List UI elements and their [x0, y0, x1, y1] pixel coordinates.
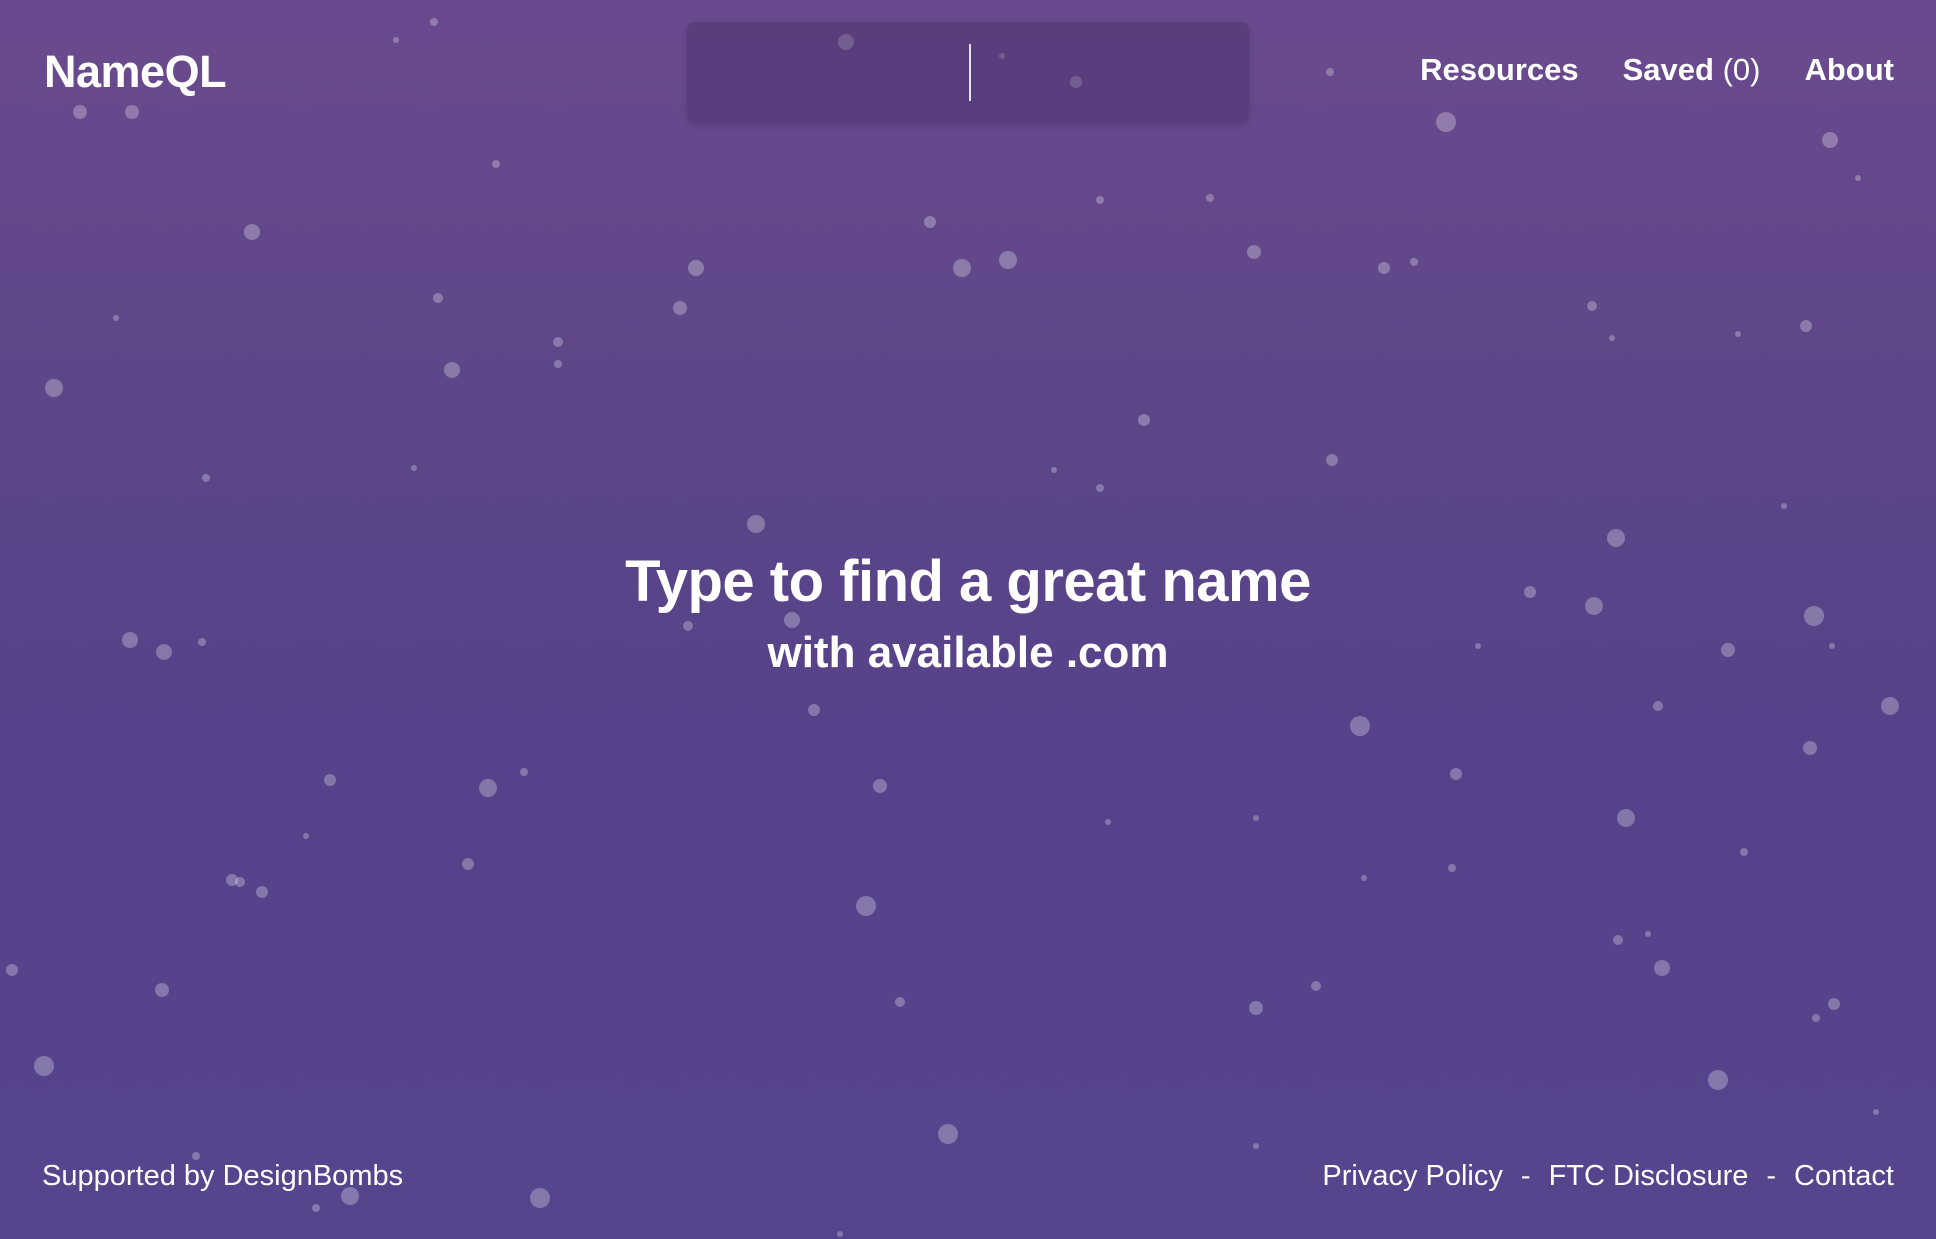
particle-dot: [411, 465, 417, 471]
particle-dot: [1855, 175, 1861, 181]
particle-dot: [1609, 335, 1615, 341]
footer-separator: -: [1520, 1160, 1531, 1192]
particle-dot: [808, 704, 820, 716]
particle-dot: [873, 779, 887, 793]
particle-dot: [1051, 467, 1057, 473]
particle-dot: [1781, 503, 1787, 509]
particle-dot: [1654, 960, 1670, 976]
nav-resources[interactable]: Resources: [1420, 52, 1579, 88]
particle-dot: [530, 1188, 550, 1208]
particle-dot: [1253, 1143, 1259, 1149]
particle-dot: [1873, 1109, 1879, 1115]
particle-dot: [520, 768, 528, 776]
particle-dot: [1350, 716, 1370, 736]
particle-dot: [303, 833, 309, 839]
particle-dot: [1105, 819, 1111, 825]
particle-dot: [1138, 414, 1150, 426]
particle-dot: [1708, 1070, 1728, 1090]
particle-dot: [1653, 701, 1663, 711]
supported-by-link[interactable]: Supported by DesignBombs: [42, 1160, 403, 1193]
particle-dot: [1881, 697, 1899, 715]
particle-dot: [1613, 935, 1623, 945]
text-cursor: [969, 44, 971, 101]
particle-dot: [1096, 196, 1104, 204]
particle-dot: [202, 474, 210, 482]
particle-dot: [1740, 848, 1748, 856]
particle-dot: [34, 1056, 54, 1076]
ftc-disclosure-link[interactable]: FTC Disclosure: [1549, 1160, 1749, 1193]
search-input[interactable]: [687, 22, 1249, 123]
particle-dot: [856, 896, 876, 916]
particle-dot: [1249, 1001, 1263, 1015]
particle-dot: [688, 260, 704, 276]
header: NameQL Resources Saved (0) About: [0, 0, 1936, 140]
particle-dot: [462, 858, 474, 870]
particle-dot: [433, 293, 443, 303]
particle-dot: [1812, 1014, 1820, 1022]
particle-dot: [1326, 454, 1338, 466]
particle-dot: [1378, 262, 1390, 274]
particle-dot: [324, 774, 336, 786]
particle-dot: [1587, 301, 1597, 311]
particle-dot: [192, 1152, 200, 1160]
particle-dot: [1803, 741, 1817, 755]
particle-dot: [1735, 331, 1741, 337]
particle-dot: [1450, 768, 1462, 780]
nav-about[interactable]: About: [1804, 52, 1894, 88]
particle-dot: [1361, 875, 1367, 881]
nav-saved-label: Saved: [1622, 52, 1714, 87]
particle-dot: [1800, 320, 1812, 332]
particle-dot: [837, 1231, 843, 1237]
contact-link[interactable]: Contact: [1794, 1160, 1894, 1193]
particle-dot: [1645, 931, 1651, 937]
footer-links: Privacy Policy - FTC Disclosure - Contac…: [1322, 1160, 1894, 1193]
particle-dot: [444, 362, 460, 378]
particle-dot: [924, 216, 936, 228]
particle-dot: [673, 301, 687, 315]
particle-dot: [554, 360, 562, 368]
particle-dot: [953, 259, 971, 277]
hero-title: Type to find a great name: [625, 549, 1311, 614]
particle-dot: [1607, 529, 1625, 547]
saved-count: (0): [1722, 52, 1761, 87]
particle-dot: [999, 251, 1017, 269]
particle-dot: [244, 224, 260, 240]
particle-dot: [256, 886, 268, 898]
top-nav: Resources Saved (0) About: [1420, 52, 1894, 88]
particle-dot: [553, 337, 563, 347]
background-particles: [0, 0, 1936, 1239]
particle-dot: [1311, 981, 1321, 991]
particle-dot: [226, 874, 238, 886]
particle-dot: [1096, 484, 1104, 492]
particle-dot: [1828, 998, 1840, 1010]
footer-separator: -: [1766, 1160, 1777, 1192]
particle-dot: [155, 983, 169, 997]
search-box[interactable]: [687, 22, 1249, 123]
particle-dot: [6, 964, 18, 976]
particle-dot: [45, 379, 63, 397]
nav-saved[interactable]: Saved (0): [1623, 52, 1761, 88]
logo[interactable]: NameQL: [44, 46, 227, 98]
particle-dot: [747, 515, 765, 533]
particle-dot: [938, 1124, 958, 1144]
particle-dot: [1253, 815, 1259, 821]
particle-dot: [1206, 194, 1214, 202]
particle-dot: [479, 779, 497, 797]
particle-dot: [113, 315, 119, 321]
particle-dot: [312, 1204, 320, 1212]
particle-dot: [1410, 258, 1418, 266]
particle-dot: [1617, 809, 1635, 827]
particle-dot: [235, 877, 245, 887]
particle-dot: [1247, 245, 1261, 259]
hero-subtitle: with available .com: [767, 628, 1169, 677]
privacy-policy-link[interactable]: Privacy Policy: [1322, 1160, 1503, 1193]
particle-dot: [895, 997, 905, 1007]
particle-dot: [492, 160, 500, 168]
particle-dot: [1448, 864, 1456, 872]
